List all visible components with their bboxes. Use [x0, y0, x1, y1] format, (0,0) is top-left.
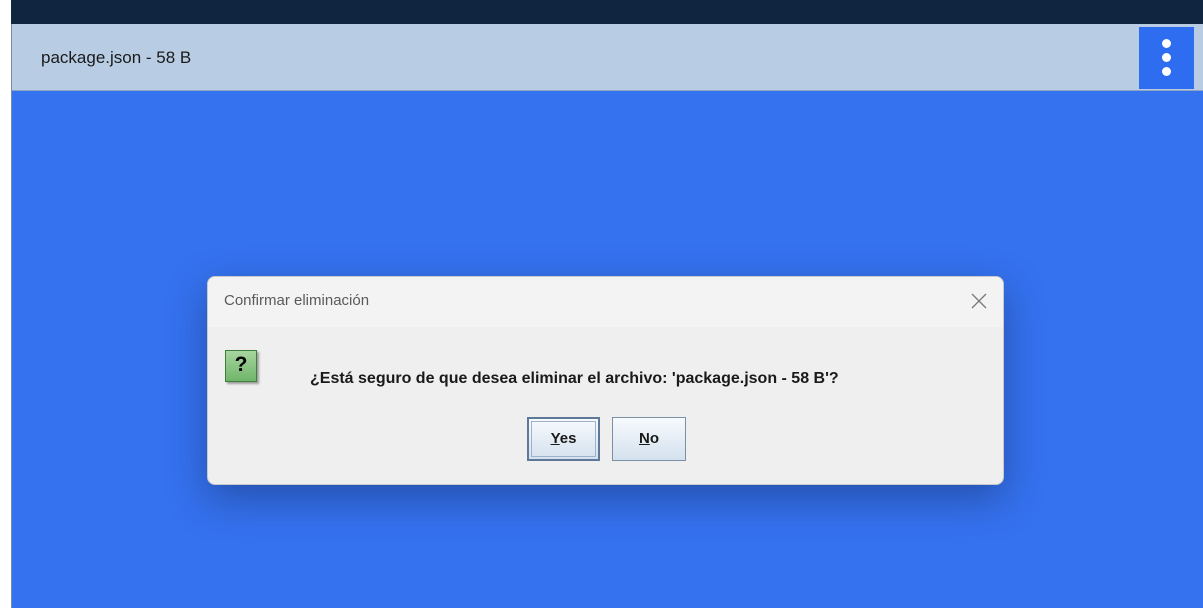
file-title: package.json - 58 B — [41, 48, 192, 67]
no-button[interactable]: No — [612, 417, 686, 461]
more-options-button[interactable] — [1139, 27, 1194, 89]
top-bar — [11, 0, 1203, 24]
close-icon — [971, 293, 987, 309]
file-header: package.json - 58 B — [12, 24, 1203, 91]
question-icon: ? — [225, 350, 257, 382]
dialog-titlebar: Confirmar eliminación — [208, 277, 1003, 327]
yes-button-focus-ring — [531, 421, 596, 457]
no-mnemonic: N — [638, 430, 650, 447]
close-button[interactable] — [967, 289, 991, 313]
yes-button[interactable]: Yes — [527, 417, 600, 461]
confirm-delete-dialog: Confirmar eliminación ? ¿Está seguro de … — [207, 276, 1004, 485]
no-label-rest: o — [649, 430, 659, 447]
dialog-title: Confirmar eliminación — [224, 292, 370, 309]
dialog-message: ¿Está seguro de que desea eliminar el ar… — [310, 370, 839, 387]
